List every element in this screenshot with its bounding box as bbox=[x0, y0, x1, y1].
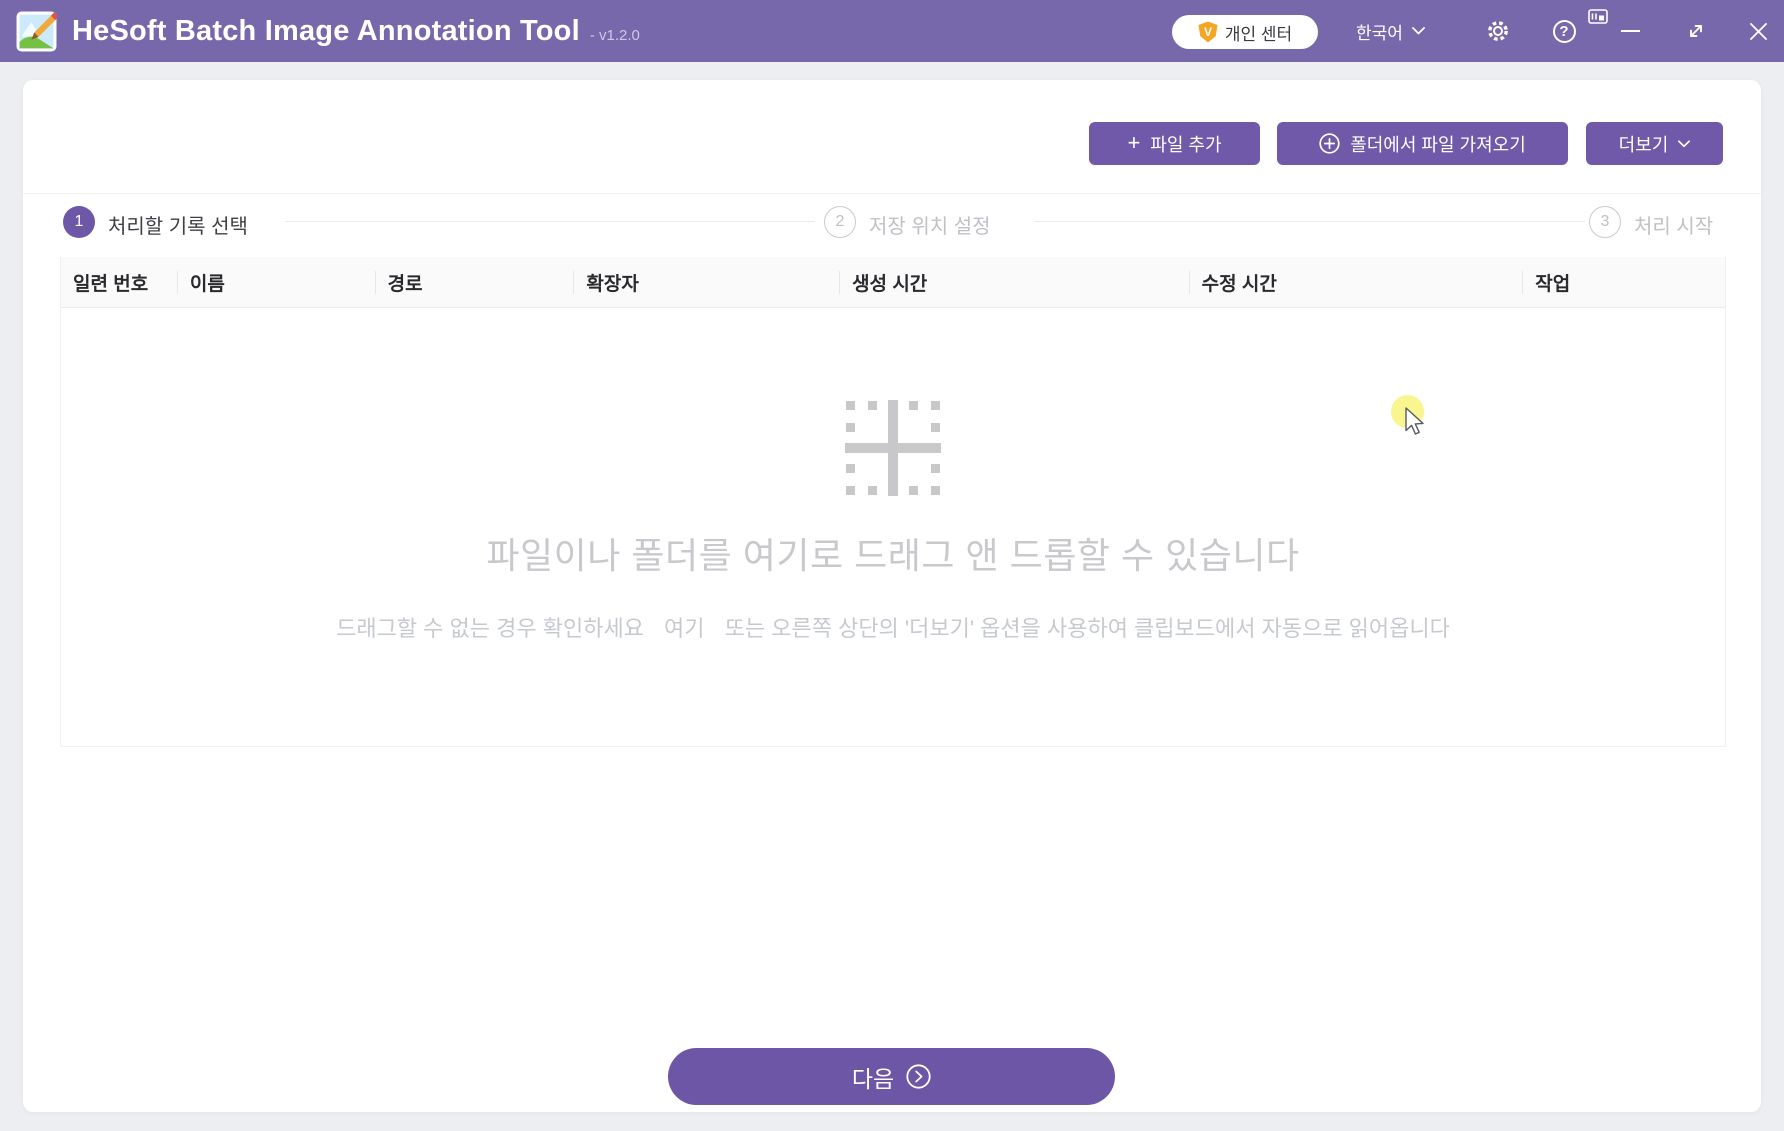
close-icon bbox=[1749, 22, 1768, 41]
column-header-serial: 일련 번호 bbox=[61, 257, 178, 307]
add-files-button[interactable]: + 파일 추가 bbox=[1089, 122, 1260, 165]
drop-zone[interactable]: 파일이나 폴더를 여기로 드래그 앤 드롭할 수 있습니다 드래그할 수 없는 … bbox=[61, 308, 1725, 745]
column-header-modified: 수정 시간 bbox=[1190, 257, 1524, 307]
step-1-number: 1 bbox=[75, 213, 84, 231]
app-version: - v1.2.0 bbox=[590, 27, 640, 44]
step-connector bbox=[1035, 221, 1585, 222]
titlebar: HeSoft Batch Image Annotation Tool - v1.… bbox=[0, 0, 1784, 62]
vip-shield-icon: V bbox=[1198, 21, 1218, 43]
step-1-circle: 1 bbox=[63, 206, 95, 238]
hint-suffix: 또는 오른쪽 상단의 '더보기' 옵션을 사용하여 클립보드에서 자동으로 읽어… bbox=[725, 616, 1450, 641]
toolbar-divider bbox=[23, 193, 1761, 194]
column-header-created: 생성 시간 bbox=[840, 257, 1190, 307]
step-indicator: 1 처리할 기록 선택 2 저장 위치 설정 3 처리 시작 bbox=[23, 206, 1761, 238]
settings-button[interactable] bbox=[1482, 0, 1514, 62]
step-2-label: 저장 위치 설정 bbox=[869, 210, 991, 239]
plus-icon: + bbox=[1127, 132, 1140, 154]
more-button[interactable]: 더보기 bbox=[1586, 122, 1723, 165]
hint-prefix: 드래그할 수 없는 경우 확인하세요 bbox=[336, 616, 644, 641]
step-3-number: 3 bbox=[1601, 213, 1610, 231]
help-icon: ? bbox=[1553, 20, 1576, 43]
step-1-label: 처리할 기록 선택 bbox=[108, 210, 248, 239]
float-window-icon bbox=[1588, 9, 1608, 24]
import-from-folder-label: 폴더에서 파일 가져오기 bbox=[1350, 131, 1526, 157]
gear-icon bbox=[1486, 19, 1510, 43]
step-connector bbox=[285, 221, 815, 222]
language-selector[interactable]: 한국어 bbox=[1356, 0, 1425, 62]
help-button[interactable]: ? bbox=[1548, 0, 1580, 62]
personal-center-label: 개인 센터 bbox=[1225, 20, 1292, 45]
arrow-right-circle-icon bbox=[906, 1064, 931, 1089]
circled-plus-icon bbox=[1319, 133, 1340, 154]
float-window-button[interactable] bbox=[1586, 5, 1610, 27]
table-header-row: 일련 번호 이름 경로 확장자 생성 시간 수정 시간 작업 bbox=[61, 257, 1725, 308]
chevron-down-icon bbox=[1678, 140, 1690, 148]
column-header-path: 경로 bbox=[376, 257, 575, 307]
minimize-button[interactable] bbox=[1614, 0, 1646, 62]
step-3-label: 처리 시작 bbox=[1634, 210, 1713, 239]
close-button[interactable] bbox=[1742, 0, 1774, 62]
drop-hint-title: 파일이나 폴더를 여기로 드래그 앤 드롭할 수 있습니다 bbox=[61, 527, 1725, 579]
hint-here-link[interactable]: 여기 bbox=[664, 616, 704, 641]
app-title: HeSoft Batch Image Annotation Tool bbox=[72, 15, 580, 48]
empty-state: 파일이나 폴더를 여기로 드래그 앤 드롭할 수 있습니다 드래그할 수 없는 … bbox=[61, 308, 1725, 745]
maximize-icon bbox=[1686, 21, 1706, 41]
column-header-name: 이름 bbox=[178, 257, 376, 307]
step-3-circle: 3 bbox=[1589, 206, 1621, 238]
next-button[interactable]: 다음 bbox=[668, 1048, 1115, 1105]
step-2-number: 2 bbox=[836, 213, 845, 231]
chevron-down-icon bbox=[1412, 27, 1425, 35]
personal-center-button[interactable]: V 개인 센터 bbox=[1172, 15, 1318, 49]
import-from-folder-button[interactable]: 폴더에서 파일 가져오기 bbox=[1277, 122, 1568, 165]
more-label: 더보기 bbox=[1619, 131, 1669, 157]
next-label: 다음 bbox=[852, 1060, 894, 1094]
column-header-actions: 작업 bbox=[1523, 257, 1725, 307]
file-table: 일련 번호 이름 경로 확장자 생성 시간 수정 시간 작업 bbox=[60, 257, 1726, 747]
svg-text:V: V bbox=[1204, 25, 1212, 39]
language-label: 한국어 bbox=[1356, 19, 1403, 44]
add-files-label: 파일 추가 bbox=[1150, 131, 1221, 157]
column-header-extension: 확장자 bbox=[574, 257, 840, 307]
step-2-circle: 2 bbox=[824, 206, 856, 238]
main-card: + 파일 추가 폴더에서 파일 가져오기 더보기 1 처리할 기록 선택 2 저… bbox=[23, 80, 1761, 1112]
maximize-button[interactable] bbox=[1680, 0, 1712, 62]
app-logo-icon bbox=[16, 11, 57, 52]
drop-target-icon bbox=[845, 400, 941, 496]
drop-hint-subtitle: 드래그할 수 없는 경우 확인하세요 여기 또는 오른쪽 상단의 '더보기' 옵… bbox=[61, 611, 1725, 643]
minimize-icon bbox=[1621, 30, 1640, 32]
